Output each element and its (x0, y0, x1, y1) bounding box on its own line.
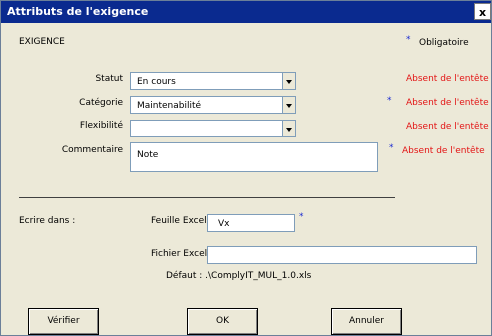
commentaire-required-star-icon: * (389, 143, 394, 153)
file-input[interactable] (207, 246, 477, 264)
default-file-text: Défaut : .\ComplyIT_MUL_1.0.xls (166, 271, 312, 281)
chevron-down-icon (286, 80, 292, 84)
write-to-label: Ecrire dans : (19, 216, 76, 226)
flexibilite-label: Flexibilité (79, 121, 123, 131)
flexibilite-warning: Absent de l'entête (406, 122, 489, 132)
commentaire-value: Note (137, 150, 159, 160)
sheet-required-star-icon: * (299, 212, 304, 222)
categorie-dropdown-button[interactable] (282, 97, 295, 113)
close-button[interactable]: x (474, 3, 491, 20)
categorie-label: Catégorie (79, 98, 123, 108)
statut-value: En cours (137, 77, 176, 87)
statut-select[interactable]: En cours (130, 72, 296, 90)
sheet-label: Feuille Excel (151, 216, 207, 226)
chevron-down-icon (286, 104, 292, 108)
section-label: EXIGENCE (19, 37, 65, 47)
sheet-input[interactable]: Vx (207, 214, 295, 232)
chevron-down-icon (286, 128, 292, 132)
commentaire-label: Commentaire (61, 145, 123, 155)
categorie-value: Maintenabilité (137, 101, 202, 111)
required-star-icon: * (406, 35, 411, 45)
statut-label: Statut (95, 74, 123, 84)
flexibilite-select[interactable] (130, 120, 296, 137)
categorie-warning: Absent de l'entête (406, 98, 489, 108)
sheet-value: Vx (218, 219, 230, 229)
cancel-button[interactable]: Annuler (331, 308, 402, 335)
categorie-required-star-icon: * (387, 96, 392, 106)
verify-button[interactable]: Vérifier (28, 308, 99, 335)
categorie-select[interactable]: Maintenabilité (130, 96, 296, 114)
separator (19, 197, 395, 198)
file-label: Fichier Excel (151, 249, 208, 259)
commentaire-warning: Absent de l'entête (402, 146, 485, 156)
title-bar[interactable]: Attributs de l'exigence x (1, 1, 491, 23)
ok-button[interactable]: OK (187, 308, 258, 335)
window-title: Attributs de l'exigence (7, 5, 149, 18)
commentaire-textarea[interactable]: Note (130, 142, 378, 172)
required-legend-label: Obligatoire (419, 38, 469, 48)
flexibilite-dropdown-button[interactable] (282, 121, 295, 136)
statut-dropdown-button[interactable] (282, 73, 295, 89)
requirement-attributes-dialog: Attributs de l'exigence x EXIGENCE * Obl… (0, 0, 492, 336)
statut-warning: Absent de l'entête (406, 74, 489, 84)
